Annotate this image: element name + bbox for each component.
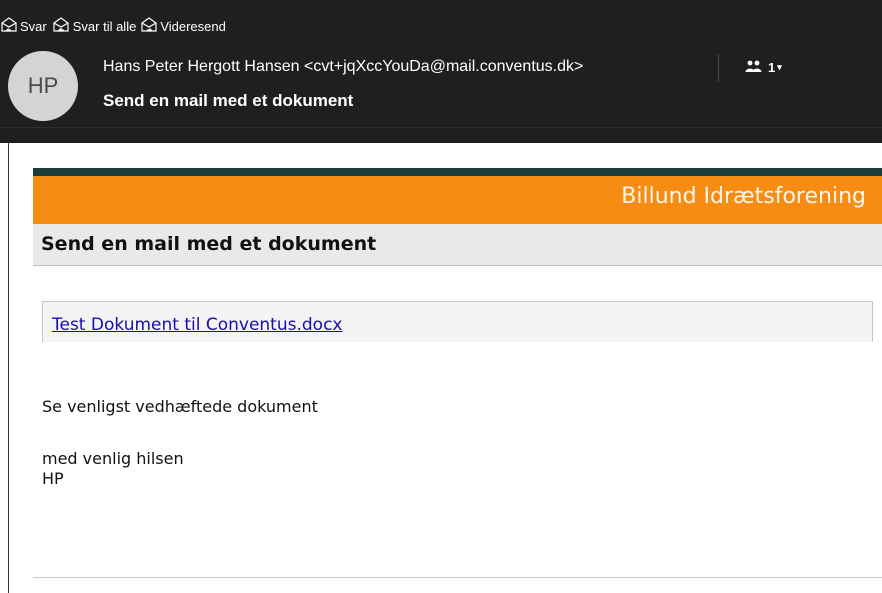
- message-toolbar: Svar Svar til alle Videresend: [0, 15, 230, 37]
- message-subject: Send en mail med et dokument: [103, 91, 354, 110]
- reply-icon: [0, 16, 20, 36]
- recipient-count: 1: [768, 60, 776, 75]
- attachment-link[interactable]: Test Dokument til Conventus.docx: [52, 315, 343, 335]
- forward-label: Videresend: [160, 18, 226, 34]
- chevron-down-icon: ▾: [777, 62, 782, 72]
- email-body: Billund Idrætsforening Send en mail med …: [33, 168, 882, 578]
- attachment-box: Test Dokument til Conventus.docx: [42, 301, 873, 342]
- organization-banner: Billund Idrætsforening: [33, 176, 882, 224]
- avatar[interactable]: HP: [8, 51, 78, 121]
- header-separator: [0, 127, 882, 128]
- email-title-bar: Send en mail med et dokument: [33, 224, 882, 266]
- reply-label: Svar: [20, 18, 47, 34]
- sender-address[interactable]: Hans Peter Hergott Hansen <cvt+jqXccYouD…: [103, 58, 583, 76]
- recipients-dropdown[interactable]: 1 ▾: [745, 59, 782, 76]
- reading-pane-border: [8, 143, 9, 593]
- signature: HP: [42, 469, 64, 488]
- body-paragraph: Se venligst vedhæftede dokument: [42, 397, 318, 416]
- people-icon: [745, 59, 763, 76]
- closing-line: med venlig hilsen: [42, 449, 184, 468]
- avatar-initials: HP: [27, 73, 59, 98]
- forward-icon: [140, 16, 160, 36]
- email-bottom-border: [33, 577, 882, 578]
- reply-all-button[interactable]: Svar til alle: [51, 16, 137, 36]
- forward-button[interactable]: Videresend: [140, 16, 226, 36]
- reply-all-label: Svar til alle: [72, 18, 137, 34]
- header-divider: [718, 54, 719, 82]
- organization-name: Billund Idrætsforening: [621, 184, 866, 209]
- email-top-stripe: [33, 168, 882, 176]
- reply-button[interactable]: Svar: [0, 16, 47, 36]
- message-header: Svar Svar til alle Videresend HP Hans Pe…: [0, 0, 882, 143]
- reply-all-icon: [51, 16, 73, 36]
- email-title: Send en mail med et dokument: [41, 233, 377, 255]
